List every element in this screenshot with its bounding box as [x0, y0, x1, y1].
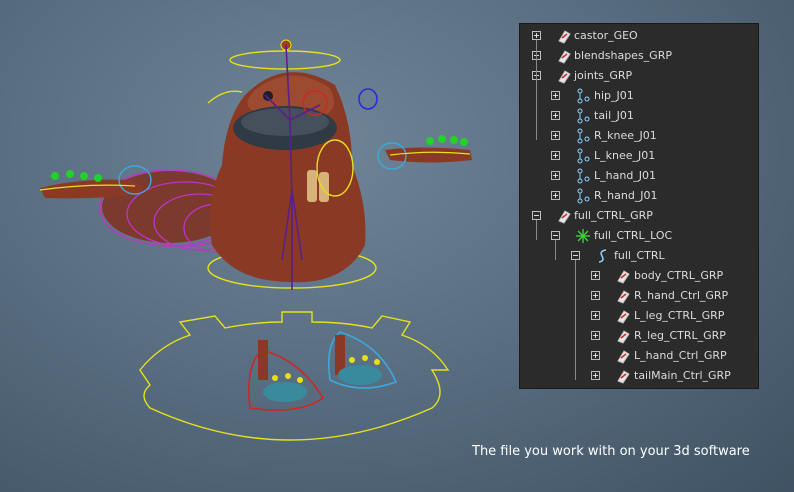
outliner-item-l-hand-j01[interactable]: L_hand_J01: [520, 166, 758, 186]
mesh-transform-icon: [615, 328, 631, 344]
outliner-item-label: blendshapes_GRP: [574, 49, 672, 62]
outliner-item-label: R_knee_J01: [594, 129, 657, 142]
joint-icon: [575, 128, 591, 144]
expand-icon[interactable]: [551, 111, 560, 120]
outliner-item-r-leg-ctrl-grp[interactable]: R_leg_CTRL_GRP: [520, 326, 758, 346]
outliner-item-label: joints_GRP: [574, 69, 633, 82]
collapse-icon[interactable]: [551, 231, 560, 240]
expand-icon[interactable]: [551, 151, 560, 160]
full-control-curve[interactable]: [139, 311, 450, 441]
tree-connector: [536, 40, 537, 140]
right-foot-controls[interactable]: [248, 340, 325, 411]
right-arm-controls[interactable]: [377, 142, 472, 170]
expand-icon[interactable]: [551, 131, 560, 140]
joint-icon: [575, 168, 591, 184]
outliner-item-l-knee-j01[interactable]: L_knee_J01: [520, 146, 758, 166]
expand-icon[interactable]: [551, 91, 560, 100]
mesh-transform-icon: [615, 268, 631, 284]
outliner-item-label: full_CTRL: [614, 249, 665, 262]
expand-icon[interactable]: [591, 331, 600, 340]
outliner-item-blendshapes-grp[interactable]: blendshapes_GRP: [520, 46, 758, 66]
mesh-transform-icon: [615, 308, 631, 324]
expand-icon[interactable]: [551, 171, 560, 180]
tree-connector: [536, 220, 537, 240]
outliner-item-label: L_hand_Ctrl_GRP: [634, 349, 727, 362]
ear-control[interactable]: [207, 90, 243, 104]
outliner-item-label: L_hand_J01: [594, 169, 657, 182]
outliner-item-r-hand-ctrl-grp[interactable]: R_hand_Ctrl_GRP: [520, 286, 758, 306]
tree-connector: [575, 260, 576, 380]
outliner-item-label: castor_GEO: [574, 29, 638, 42]
mesh-transform-icon: [615, 288, 631, 304]
outliner-item-label: R_leg_CTRL_GRP: [634, 329, 726, 342]
outliner-item-full-ctrl-grp[interactable]: full_CTRL_GRP: [520, 206, 758, 226]
outliner-item-l-hand-ctrl-grp[interactable]: L_hand_Ctrl_GRP: [520, 346, 758, 366]
locator-icon: [575, 228, 591, 244]
mesh-transform-icon: [615, 368, 631, 384]
outliner-item-tail-j01[interactable]: tail_J01: [520, 106, 758, 126]
outliner-item-label: hip_J01: [594, 89, 634, 102]
expand-icon[interactable]: [591, 271, 600, 280]
outliner-item-hip-j01[interactable]: hip_J01: [520, 86, 758, 106]
outliner-item-label: R_hand_Ctrl_GRP: [634, 289, 729, 302]
expand-icon[interactable]: [591, 371, 600, 380]
mesh-transform-icon: [556, 48, 572, 64]
collapse-icon[interactable]: [571, 251, 580, 260]
outliner-item-label: L_leg_CTRL_GRP: [634, 309, 725, 322]
joint-icon: [575, 188, 591, 204]
outliner-item-label: full_CTRL_LOC: [594, 229, 673, 242]
curve-icon: [595, 248, 611, 264]
outliner-panel[interactable]: castor_GEO blendshapes_GRP joints_GRP hip_J…: [519, 23, 759, 389]
outliner-item-castor-geo[interactable]: castor_GEO: [520, 26, 758, 46]
outliner-item-label: full_CTRL_GRP: [574, 209, 653, 222]
outliner-item-label: body_CTRL_GRP: [634, 269, 724, 282]
tree-connector: [555, 240, 556, 260]
eye-control[interactable]: [358, 88, 378, 110]
castor-mesh[interactable]: [209, 72, 366, 283]
expand-icon[interactable]: [591, 291, 600, 300]
outliner-item-l-leg-ctrl-grp[interactable]: L_leg_CTRL_GRP: [520, 306, 758, 326]
outliner-item-label: L_knee_J01: [594, 149, 656, 162]
expand-icon[interactable]: [591, 351, 600, 360]
expand-icon[interactable]: [551, 191, 560, 200]
outliner-item-r-knee-j01[interactable]: R_knee_J01: [520, 126, 758, 146]
outliner-item-label: R_hand_J01: [594, 189, 658, 202]
outliner-item-r-hand-j01[interactable]: R_hand_J01: [520, 186, 758, 206]
expand-icon[interactable]: [532, 31, 541, 40]
outliner-item-body-ctrl-grp[interactable]: body_CTRL_GRP: [520, 266, 758, 286]
joint-icon: [575, 108, 591, 124]
outliner-item-tailmain-ctrl-grp[interactable]: tailMain_Ctrl_GRP: [520, 366, 758, 386]
outliner-item-label: tail_J01: [594, 109, 634, 122]
mesh-transform-icon: [556, 208, 572, 224]
joint-icon: [575, 88, 591, 104]
mesh-transform-icon: [615, 348, 631, 364]
outliner-item-label: tailMain_Ctrl_GRP: [634, 369, 731, 382]
left-foot-controls[interactable]: [327, 331, 398, 389]
mesh-transform-icon: [556, 68, 572, 84]
expand-icon[interactable]: [591, 311, 600, 320]
joint-icon: [575, 148, 591, 164]
collapse-icon[interactable]: [532, 211, 541, 220]
outliner-item-joints-grp[interactable]: joints_GRP: [520, 66, 758, 86]
head-control-ring[interactable]: [229, 50, 341, 70]
caption: The file you work with on your 3d softwa…: [472, 444, 750, 459]
right-finger-controls[interactable]: [426, 135, 468, 146]
mesh-transform-icon: [556, 28, 572, 44]
